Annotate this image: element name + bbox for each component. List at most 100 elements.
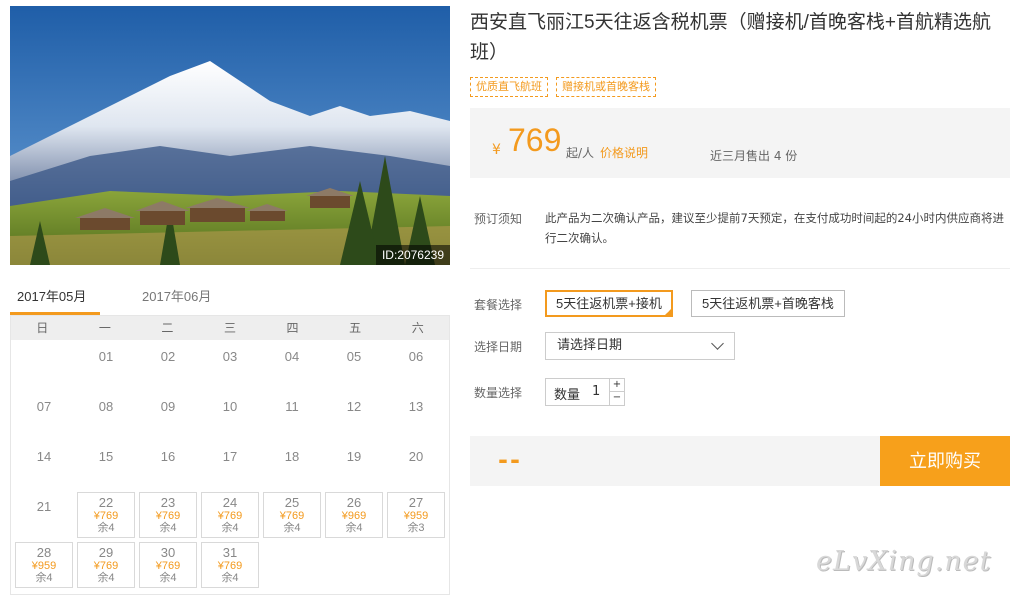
selected-check-icon <box>662 307 673 317</box>
day-number: 23 <box>160 495 176 510</box>
day-number: 19 <box>346 449 362 464</box>
calendar-day: 01 <box>77 342 135 388</box>
purchase-bar: -- 立即购买 <box>470 436 1010 486</box>
day-number: 30 <box>160 545 176 560</box>
price-unit: 起/人 <box>566 146 595 160</box>
increment-button[interactable]: + <box>609 379 624 392</box>
day-remaining: 余4 <box>159 572 177 584</box>
package-option-label: 5天往返机票+接机 <box>556 296 662 311</box>
notice-text: 此产品为二次确认产品，建议至少提前7天预定，在支付成功时间起的24小时内供应商将… <box>545 211 1004 245</box>
day-number: 28 <box>36 545 52 560</box>
calendar-day[interactable]: 26 ¥969 余4 <box>325 492 383 538</box>
calendar-day[interactable]: 28 ¥959 余4 <box>15 542 73 588</box>
calendar-day: 07 <box>15 392 73 438</box>
package-option-label: 5天往返机票+首晚客栈 <box>702 296 834 311</box>
day-number: 03 <box>222 349 238 364</box>
day-remaining: 余4 <box>345 522 363 534</box>
day-remaining: 余3 <box>407 522 425 534</box>
price-panel: ¥ 769 起/人 价格说明 近三月售出 4 份 <box>470 108 1010 178</box>
calendar-day[interactable]: 22 ¥769 余4 <box>77 492 135 538</box>
decrement-button[interactable]: − <box>609 392 624 405</box>
day-number: 17 <box>222 449 238 464</box>
weekday-label: 三 <box>223 321 236 335</box>
calendar-month-tabs: 2017年05月 2017年06月 <box>10 282 450 315</box>
day-number: 05 <box>346 349 362 364</box>
date-label: 选择日期 <box>474 340 523 354</box>
day-price: ¥769 <box>93 510 119 522</box>
day-number: 09 <box>160 399 176 414</box>
day-price: ¥769 <box>279 510 305 522</box>
calendar-day[interactable]: 31 ¥769 余4 <box>201 542 259 588</box>
day-number: 07 <box>36 399 52 414</box>
day-price: ¥769 <box>217 510 243 522</box>
day-number: 08 <box>98 399 114 414</box>
quantity-stepper[interactable]: 数量 1 + − <box>545 378 625 406</box>
day-price: ¥769 <box>93 560 119 572</box>
day-number: 27 <box>408 495 424 510</box>
product-photo: ID:2076239 <box>10 6 450 265</box>
package-option-inn[interactable]: 5天往返机票+首晚客栈 <box>691 290 845 317</box>
day-number: 11 <box>285 399 299 414</box>
calendar-empty-cell <box>15 342 73 388</box>
day-number: 18 <box>284 449 300 464</box>
calendar-day: 13 <box>387 392 445 438</box>
day-number: 26 <box>346 495 362 510</box>
day-price: ¥769 <box>155 560 181 572</box>
day-number: 22 <box>98 495 114 510</box>
day-number: 15 <box>98 449 114 464</box>
weekday-label: 四 <box>286 321 299 335</box>
day-number: 02 <box>160 349 176 364</box>
day-number: 10 <box>222 399 238 414</box>
day-number: 16 <box>160 449 176 464</box>
package-option-transfer[interactable]: 5天往返机票+接机 <box>545 290 673 317</box>
calendar-day: 17 <box>201 442 259 488</box>
day-price: ¥969 <box>341 510 367 522</box>
weekday-label: 五 <box>349 321 362 335</box>
calendar-day[interactable]: 27 ¥959 余3 <box>387 492 445 538</box>
calendar-day[interactable]: 30 ¥769 余4 <box>139 542 197 588</box>
calendar-day-grid: 01 02 03 04 05 06 07 08 09 10 11 12 13 14 15 16 17 18 19 20… <box>11 340 449 590</box>
price-calendar: 日 一 二 三 四 五 六 01 02 03 04 05 06 07 08 09 10 11 12 13… <box>10 315 450 595</box>
tab-month-june[interactable]: 2017年06月 <box>142 286 211 305</box>
sales-count: 近三月售出 4 份 <box>710 149 798 163</box>
calendar-day: 09 <box>139 392 197 438</box>
photo-id-badge: ID:2076239 <box>375 245 450 265</box>
buy-now-button[interactable]: 立即购买 <box>880 436 1010 486</box>
price-explanation-link[interactable]: 价格说明 <box>600 144 648 161</box>
weekday-label: 一 <box>98 321 111 335</box>
weekday-label: 六 <box>411 321 424 335</box>
calendar-day[interactable]: 23 ¥769 余4 <box>139 492 197 538</box>
feature-tag: 赠接机或首晚客栈 <box>556 77 656 97</box>
calendar-day: 16 <box>139 442 197 488</box>
calendar-day: 12 <box>325 392 383 438</box>
calendar-day[interactable]: 29 ¥769 余4 <box>77 542 135 588</box>
calendar-day: 10 <box>201 392 259 438</box>
calendar-day: 20 <box>387 442 445 488</box>
day-number: 21 <box>36 499 52 514</box>
quantity-field-label: 数量 <box>554 388 581 403</box>
quantity-value[interactable]: 1 <box>592 384 600 399</box>
calendar-day: 04 <box>263 342 321 388</box>
calendar-weekday-header: 日 一 二 三 四 五 六 <box>11 316 449 340</box>
notice-label: 预订须知 <box>474 212 523 226</box>
day-remaining: 余4 <box>159 522 177 534</box>
day-remaining: 余4 <box>221 522 239 534</box>
calendar-day: 21 <box>15 492 73 538</box>
day-remaining: 余4 <box>283 522 301 534</box>
weekday-label: 二 <box>161 321 174 335</box>
day-remaining: 余4 <box>35 572 53 584</box>
quantity-label: 数量选择 <box>474 386 523 400</box>
tab-month-may[interactable]: 2017年05月 <box>17 286 86 305</box>
calendar-day: 06 <box>387 342 445 388</box>
calendar-day[interactable]: 24 ¥769 余4 <box>201 492 259 538</box>
date-select[interactable]: 请选择日期 <box>545 332 735 360</box>
calendar-day: 08 <box>77 392 135 438</box>
day-remaining: 余4 <box>97 572 115 584</box>
calendar-day: 19 <box>325 442 383 488</box>
day-number: 31 <box>222 545 238 560</box>
calendar-day: 11 <box>263 392 321 438</box>
calendar-day[interactable]: 25 ¥769 余4 <box>263 492 321 538</box>
chevron-down-icon <box>711 337 724 350</box>
day-number: 25 <box>284 495 300 510</box>
calendar-day: 15 <box>77 442 135 488</box>
